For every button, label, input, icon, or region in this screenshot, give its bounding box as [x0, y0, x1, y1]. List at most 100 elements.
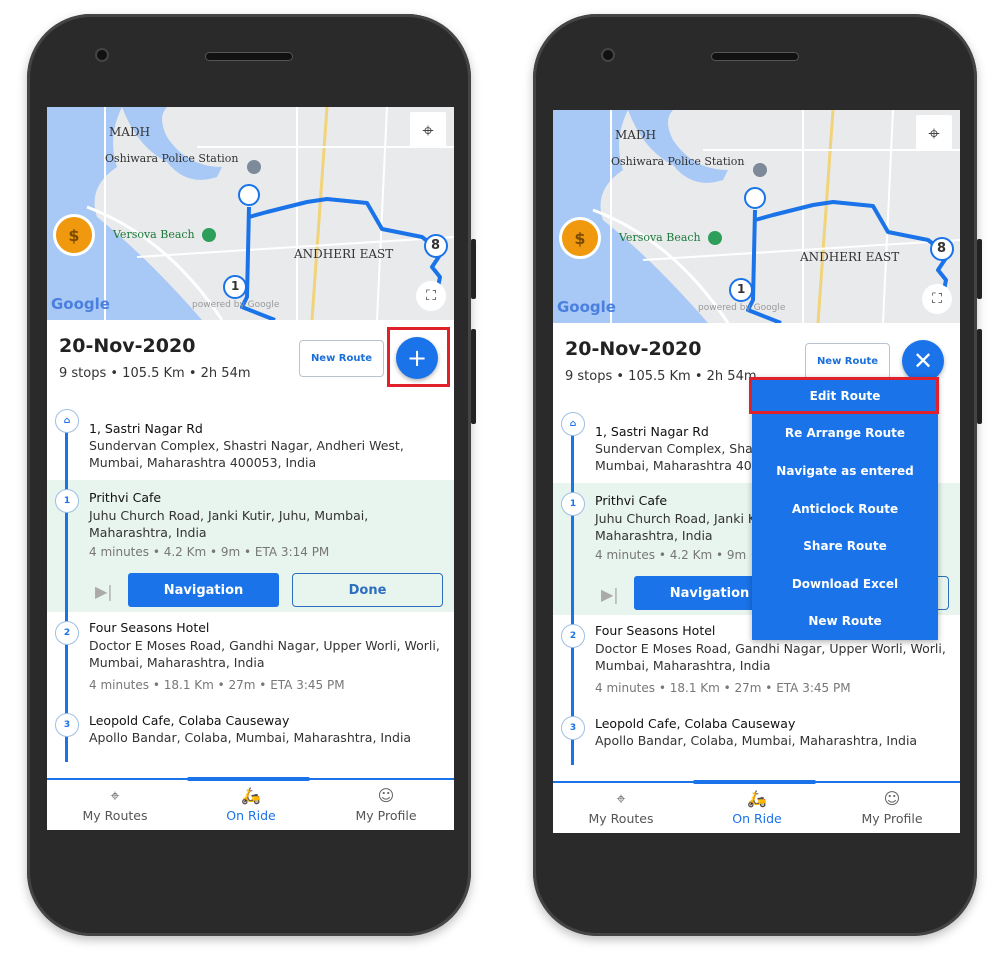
- coin-growth-icon[interactable]: $: [53, 214, 95, 256]
- menu-item[interactable]: Anticlock Route: [752, 490, 938, 528]
- stop-number-badge: 3: [561, 716, 585, 740]
- tab-on-ride[interactable]: 🛵 On Ride: [689, 789, 825, 826]
- home-icon: ⌂: [55, 409, 79, 433]
- map-label: MADH: [615, 128, 657, 142]
- stop-title[interactable]: 1, Sastri Nagar Rd: [89, 421, 203, 436]
- menu-item[interactable]: Download Excel: [752, 565, 938, 603]
- stop-address: Apollo Bandar, Colaba, Mumbai, Maharasht…: [595, 733, 918, 748]
- skip-next-icon[interactable]: ▶|: [601, 585, 619, 604]
- skip-next-icon[interactable]: ▶|: [95, 582, 113, 601]
- tab-my-profile[interactable]: ☺ My Profile: [318, 786, 454, 823]
- menu-item[interactable]: New Route: [752, 603, 938, 641]
- coin-symbol: $: [574, 228, 586, 248]
- route-pin-icon: ⌖: [110, 786, 120, 805]
- tab-my-profile[interactable]: ☺ My Profile: [824, 789, 960, 826]
- map-label: MADH: [109, 125, 151, 139]
- new-route-button[interactable]: New Route: [299, 340, 384, 377]
- stop-title[interactable]: 1, Sastri Nagar Rd: [595, 424, 709, 439]
- route-stats: 9 stops • 105.5 Km • 2h 54m: [59, 366, 251, 381]
- fullscreen-icon[interactable]: ⛶: [922, 284, 952, 314]
- front-camera: [95, 48, 109, 62]
- map-marker-end[interactable]: 8: [937, 241, 946, 256]
- tab-label: On Ride: [732, 811, 782, 826]
- tab-my-routes[interactable]: ⌖ My Routes: [47, 786, 183, 823]
- tab-my-routes[interactable]: ⌖ My Routes: [553, 789, 689, 826]
- power-button: [977, 239, 982, 299]
- route-options-menu: Edit Route Re Arrange Route Navigate as en…: [752, 377, 938, 641]
- map-label: ANDHERI EAST: [800, 250, 900, 264]
- stop-meta: 4 minutes • 18.1 Km • 27m • ETA 3:45 PM: [89, 678, 345, 692]
- map-marker-end[interactable]: 8: [431, 238, 440, 253]
- map-label: Oshiwara Police Station: [105, 152, 239, 165]
- stop-title[interactable]: Leopold Cafe, Colaba Causeway: [89, 713, 289, 728]
- highlight-box-fab: [387, 327, 450, 387]
- tab-label: My Routes: [82, 808, 148, 823]
- front-camera: [601, 48, 615, 62]
- active-tab-indicator: [693, 780, 816, 784]
- stop-address: Apollo Bandar, Colaba, Mumbai, Maharasht…: [89, 730, 412, 745]
- route-map[interactable]: MADH Oshiwara Police Station Versova Bea…: [553, 110, 960, 323]
- route-date: 20-Nov-2020: [565, 338, 702, 360]
- app-screen: MADH Oshiwara Police Station Versova Bea…: [553, 110, 960, 833]
- fullscreen-icon[interactable]: ⛶: [416, 281, 446, 311]
- phone-left: MADH Oshiwara Police Station Versova Bea…: [27, 14, 476, 936]
- stop-number-badge: 2: [561, 624, 585, 648]
- phone-right: MADH Oshiwara Police Station Versova Bea…: [533, 14, 982, 936]
- route-stats: 9 stops • 105.5 Km • 2h 54m: [565, 369, 757, 384]
- done-button[interactable]: Done: [292, 573, 443, 607]
- map-label: ANDHERI EAST: [294, 247, 394, 261]
- highlight-box-edit-route: [749, 377, 939, 414]
- menu-item[interactable]: Share Route: [752, 527, 938, 565]
- stop-title[interactable]: Prithvi Cafe: [89, 490, 161, 505]
- stop-address: Doctor E Moses Road, Gandhi Nagar, Upper…: [89, 638, 440, 670]
- route-pin-icon: ⌖: [616, 789, 626, 808]
- volume-button: [977, 329, 982, 424]
- stop-number-badge: 2: [55, 621, 79, 645]
- earpiece-speaker: [711, 52, 799, 61]
- stop-title[interactable]: Four Seasons Hotel: [89, 620, 209, 635]
- stop-address: Juhu Church Road, Janki Kutir, Juhu, Mum…: [89, 508, 369, 540]
- google-logo: Google: [51, 295, 110, 313]
- route-map[interactable]: MADH Oshiwara Police Station Versova Bea…: [47, 107, 454, 320]
- scooter-icon: 🛵: [747, 789, 767, 808]
- stop-title[interactable]: Prithvi Cafe: [595, 493, 667, 508]
- google-logo: Google: [557, 298, 616, 316]
- navigation-button[interactable]: Navigation: [128, 573, 279, 607]
- menu-item[interactable]: Navigate as entered: [752, 452, 938, 490]
- map-marker-start[interactable]: 1: [231, 279, 239, 293]
- fab-menu-button[interactable]: ✕: [902, 340, 944, 382]
- stop-number-badge: 1: [55, 489, 79, 513]
- menu-item[interactable]: Re Arrange Route: [752, 415, 938, 453]
- crosshair-icon[interactable]: ⌖: [410, 112, 446, 148]
- map-label: Oshiwara Police Station: [611, 155, 745, 168]
- stop-number-badge: 3: [55, 713, 79, 737]
- route-date: 20-Nov-2020: [59, 335, 196, 357]
- powered-by-google: powered by Google: [698, 303, 786, 313]
- active-tab-indicator: [187, 777, 310, 781]
- map-marker-start[interactable]: 1: [737, 282, 745, 296]
- tab-label: My Routes: [588, 811, 654, 826]
- scooter-icon: 🛵: [241, 786, 261, 805]
- home-icon: ⌂: [561, 412, 585, 436]
- stop-address: Doctor E Moses Road, Gandhi Nagar, Upper…: [595, 641, 946, 673]
- stop-address: Sundervan Complex, Shastri Nagar, Andher…: [89, 438, 404, 470]
- stop-title[interactable]: Four Seasons Hotel: [595, 623, 715, 638]
- tab-on-ride[interactable]: 🛵 On Ride: [183, 786, 319, 823]
- stop-meta: 4 minutes • 4.2 Km • 9m • ETA 3:14 PM: [89, 545, 330, 559]
- stop-number-badge: 1: [561, 492, 585, 516]
- bottom-navigation: ⌖ My Routes 🛵 On Ride ☺ My Profile: [47, 777, 454, 830]
- tab-label: My Profile: [861, 811, 923, 826]
- earpiece-speaker: [205, 52, 293, 61]
- map-label: Versova Beach: [619, 231, 701, 244]
- map-label: Versova Beach: [113, 228, 195, 241]
- coin-symbol: $: [68, 225, 80, 245]
- stop-title[interactable]: Leopold Cafe, Colaba Causeway: [595, 716, 795, 731]
- crosshair-icon[interactable]: ⌖: [916, 115, 952, 151]
- coin-growth-icon[interactable]: $: [559, 217, 601, 259]
- timeline-line: [571, 425, 574, 765]
- tab-label: On Ride: [226, 808, 276, 823]
- new-route-button[interactable]: New Route: [805, 343, 890, 380]
- powered-by-google: powered by Google: [192, 300, 280, 310]
- power-button: [471, 239, 476, 299]
- timeline-line: [65, 422, 68, 762]
